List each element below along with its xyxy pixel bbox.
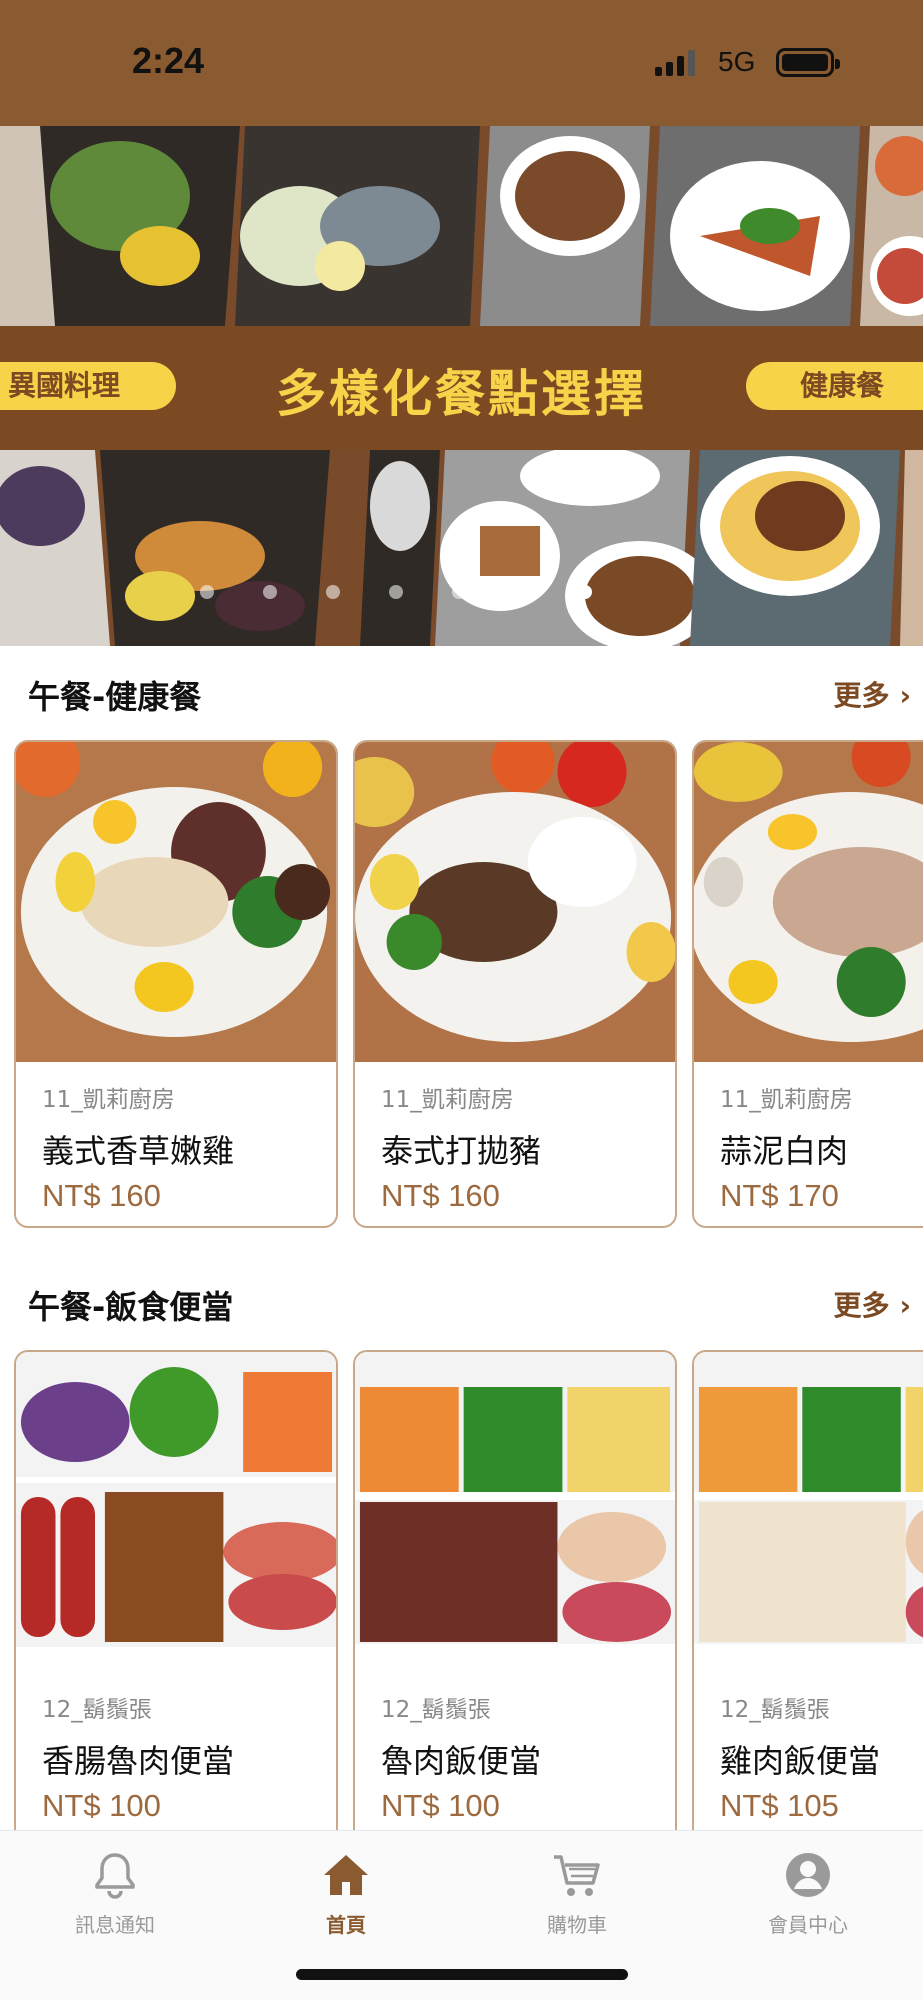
item-price: NT$ 170	[720, 1178, 839, 1213]
product-card[interactable]: 12_鬍鬚張 香腸魯肉便當 NT$ 100	[14, 1350, 338, 1870]
home-indicator	[296, 1969, 628, 1980]
item-price: NT$ 100	[381, 1788, 500, 1823]
cart-icon	[554, 1855, 600, 1896]
carousel-dot[interactable]	[389, 585, 403, 599]
vendor-name: 11_凱莉廚房	[720, 1087, 853, 1113]
item-name: 泰式打拋豬	[381, 1132, 542, 1170]
food-image	[694, 1352, 923, 1672]
product-card[interactable]: 11_凱莉廚房 義式香草嫩雞 NT$ 160	[14, 740, 338, 1228]
carousel-dot[interactable]	[263, 585, 277, 599]
network-type: 5G	[718, 46, 756, 77]
carousel-dots[interactable]	[200, 585, 660, 599]
item-name: 雞肉飯便當	[720, 1742, 881, 1780]
vendor-name: 12_鬍鬚張	[720, 1697, 830, 1723]
carousel-dot[interactable]	[452, 585, 466, 599]
chevron-right-icon: ›	[899, 679, 911, 712]
status-time: 2:24	[132, 40, 205, 81]
nav-label: 會員中心	[768, 1913, 848, 1937]
home-icon	[324, 1855, 368, 1895]
vendor-name: 12_鬍鬚張	[42, 1697, 152, 1723]
section-title-healthy: 午餐-健康餐	[28, 678, 202, 716]
more-label: 更多	[833, 679, 890, 712]
food-image	[16, 1352, 336, 1672]
food-image	[16, 742, 336, 1062]
tag-healthy-meal[interactable]: 健康餐	[746, 362, 923, 410]
vendor-name: 12_鬍鬚張	[381, 1697, 491, 1723]
item-price: NT$ 100	[42, 1788, 161, 1823]
more-link-healthy[interactable]: 更多 ›	[833, 674, 911, 714]
food-image	[355, 742, 675, 1062]
item-name: 蒜泥白肉	[720, 1132, 849, 1170]
product-card[interactable]: 12_鬍鬚張 魯肉飯便當 NT$ 100	[353, 1350, 677, 1870]
battery-icon	[776, 48, 840, 77]
vendor-name: 11_凱莉廚房	[42, 1087, 175, 1113]
nav-home[interactable]: 首頁	[266, 1849, 426, 1938]
nav-cart[interactable]: 購物車	[497, 1849, 657, 1938]
chevron-right-icon: ›	[899, 1289, 911, 1322]
bell-icon	[95, 1853, 135, 1899]
carousel-dot[interactable]	[326, 585, 340, 599]
carousel-dot[interactable]	[578, 585, 592, 599]
item-price: NT$ 160	[42, 1178, 161, 1213]
nav-notifications[interactable]: 訊息通知	[35, 1849, 195, 1938]
product-card[interactable]: 12_鬍鬚張 雞肉飯便當 NT$ 105	[692, 1350, 923, 1870]
product-card[interactable]: 11_凱莉廚房 泰式打拋豬 NT$ 160	[353, 740, 677, 1228]
item-name: 魯肉飯便當	[381, 1742, 542, 1780]
section-title-rice-bento: 午餐-飯食便當	[28, 1288, 234, 1326]
more-label: 更多	[833, 1289, 890, 1322]
carousel-dot[interactable]	[200, 585, 214, 599]
more-link-rice-bento[interactable]: 更多 ›	[833, 1284, 911, 1324]
nav-member-center[interactable]: 會員中心	[728, 1849, 888, 1938]
item-price: NT$ 105	[720, 1788, 839, 1823]
promo-banner[interactable]: 異國料理 多樣化餐點選擇 健康餐	[0, 126, 923, 646]
nav-label: 訊息通知	[75, 1913, 155, 1937]
user-icon	[786, 1853, 830, 1897]
carousel-dot[interactable]	[515, 585, 529, 599]
vendor-name: 11_凱莉廚房	[381, 1087, 514, 1113]
nav-label: 購物車	[547, 1913, 607, 1937]
food-image	[694, 742, 923, 1062]
food-image	[355, 1352, 675, 1672]
item-name: 義式香草嫩雞	[42, 1132, 235, 1170]
item-price: NT$ 160	[381, 1178, 500, 1213]
item-name: 香腸魯肉便當	[42, 1742, 235, 1780]
status-bar: 2:24 5G	[0, 0, 923, 126]
nav-label: 首頁	[326, 1913, 366, 1937]
signal-icon	[655, 50, 699, 76]
product-card[interactable]: 11_凱莉廚房 蒜泥白肉 NT$ 170	[692, 740, 923, 1228]
